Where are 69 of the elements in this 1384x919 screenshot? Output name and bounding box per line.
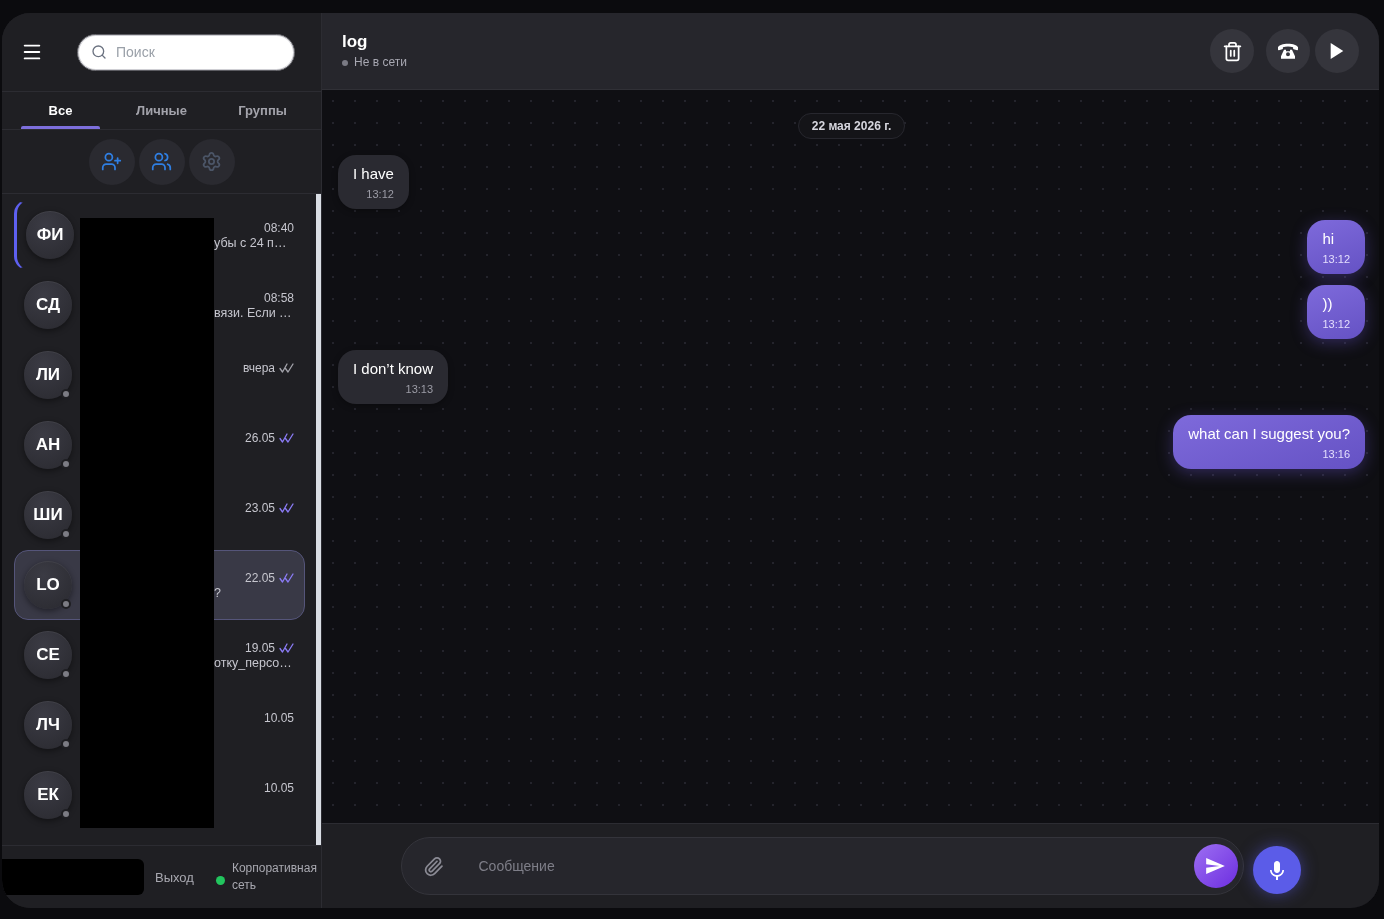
avatar-initials: СД xyxy=(35,295,61,315)
filter-tab[interactable]: Личные xyxy=(111,92,212,129)
avatar-initials: ЛИ xyxy=(35,365,61,385)
filter-tab[interactable]: Группы xyxy=(212,92,313,129)
chat-preview: вязи. Если … xyxy=(214,305,292,321)
chat-item[interactable]: LO 22.05 ? xyxy=(14,550,305,620)
network-label: Корпоративная сеть xyxy=(231,860,318,894)
avatar-initials: ЕК xyxy=(37,785,59,805)
avatar-initials: LO xyxy=(36,575,60,595)
chat-time: 19.05 xyxy=(244,640,275,655)
message-time: 13:16 xyxy=(1322,447,1350,461)
chat-preview: отку_персо… xyxy=(214,655,292,671)
chat-time: вчера xyxy=(242,360,275,375)
play-icon xyxy=(1330,43,1344,59)
avatar-initials: ЛЧ xyxy=(36,715,60,735)
status-text: Не в сети xyxy=(354,55,407,70)
avatar-initials: ФИ xyxy=(36,225,64,245)
chat-item[interactable]: СД 08:58 вязи. Если … xyxy=(14,270,305,340)
play-button[interactable] xyxy=(1315,29,1359,73)
chat-time: 10.05 xyxy=(263,710,294,725)
send-button[interactable] xyxy=(1193,844,1238,888)
chat-preview: ? xyxy=(214,585,221,601)
message-field[interactable]: Сообщение xyxy=(400,837,1244,895)
date-label: 22 мая 2026 г. xyxy=(797,113,906,139)
chat-item[interactable]: ФИ 08:40 убы с 24 п… xyxy=(14,200,305,270)
search-icon xyxy=(91,44,107,60)
send-icon xyxy=(1206,858,1225,874)
telephone-icon xyxy=(1278,43,1298,59)
chat-time: 08:40 xyxy=(263,220,294,235)
message-time: 13:12 xyxy=(1322,252,1350,266)
message-text: I have xyxy=(353,164,394,184)
avatar-initials: СЕ xyxy=(36,645,60,665)
logout-button[interactable]: Выход xyxy=(155,869,194,885)
call-button[interactable] xyxy=(1266,29,1310,73)
message-text: )) xyxy=(1322,294,1334,314)
microphone-icon xyxy=(1269,860,1284,880)
user-plus-icon xyxy=(101,151,122,172)
scrollbar[interactable] xyxy=(316,194,321,845)
message-time: 13:12 xyxy=(1322,317,1350,331)
chat-time: 26.05 xyxy=(244,430,275,445)
message-text: what can I suggest you? xyxy=(1188,424,1350,444)
users-icon xyxy=(151,151,172,172)
chat-item[interactable]: ЕК 10.05 xyxy=(14,760,305,830)
delete-button[interactable] xyxy=(1210,29,1254,73)
paperclip-icon xyxy=(423,855,444,877)
message-input[interactable]: Сообщение xyxy=(478,854,1194,878)
chat-time: 22.05 xyxy=(244,570,275,585)
message-time: 13:13 xyxy=(405,382,434,396)
chat-time: 23.05 xyxy=(244,500,275,515)
chat-preview: убы с 24 п… xyxy=(214,235,287,251)
search-field[interactable]: Поиск xyxy=(77,33,295,71)
message-text: I don’t know xyxy=(353,359,434,379)
chat-title: log xyxy=(342,32,369,52)
search-input[interactable]: Поиск xyxy=(116,44,266,60)
microphone-button[interactable] xyxy=(1252,846,1301,894)
chat-item[interactable]: ШИ 23.05 xyxy=(14,480,305,550)
chat-item[interactable]: АН 26.05 xyxy=(14,410,305,480)
message-time: 13:12 xyxy=(366,187,394,201)
trash-icon xyxy=(1221,40,1243,62)
filter-tab[interactable]: Все xyxy=(10,92,111,129)
avatar-initials: ШИ xyxy=(33,505,63,525)
message-text: hi xyxy=(1322,229,1336,249)
settings-icon xyxy=(201,151,222,172)
chat-item[interactable]: ЛЧ 10.05 xyxy=(14,690,305,760)
chat-item[interactable]: ЛИ вчера xyxy=(14,340,305,410)
chat-time: 10.05 xyxy=(263,780,294,795)
chat-item[interactable]: СЕ 19.05 отку_персо… xyxy=(14,620,305,690)
chat-time: 08:58 xyxy=(263,290,294,305)
avatar-initials: АН xyxy=(35,435,61,455)
